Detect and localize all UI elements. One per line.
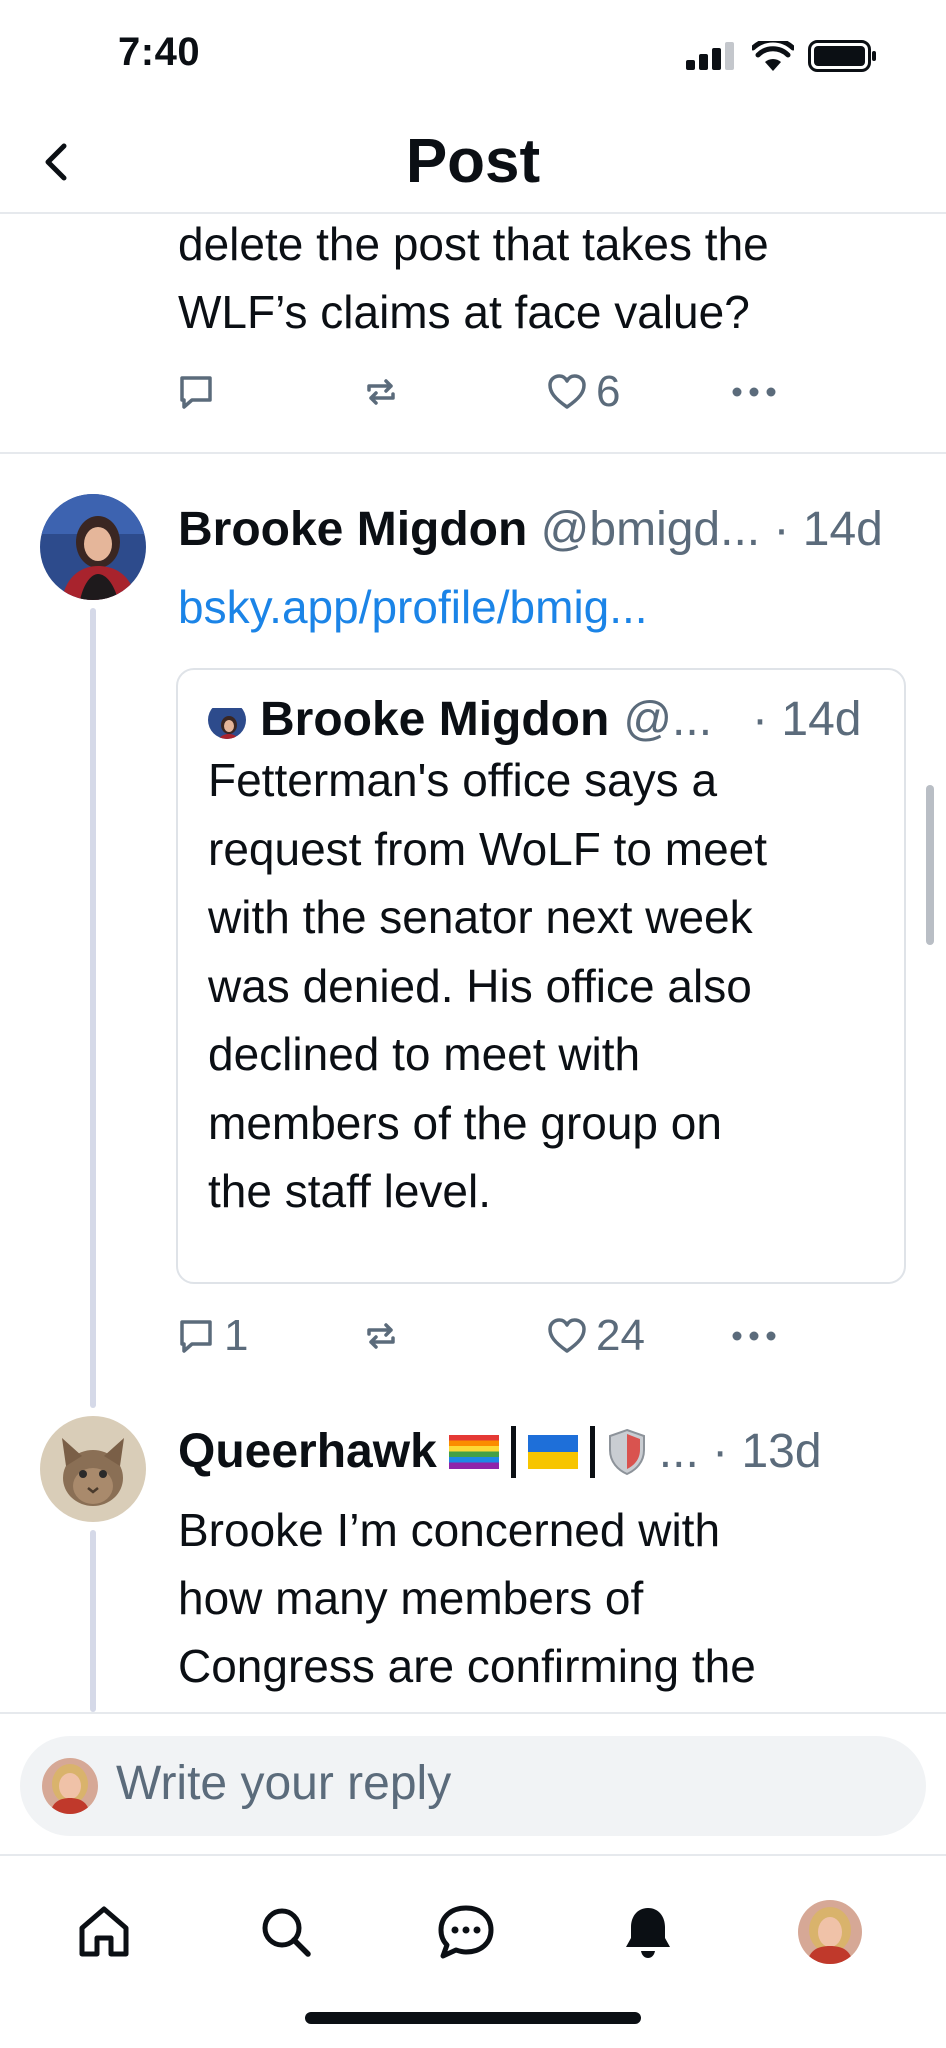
like-count: 24 [596, 1311, 645, 1360]
author-name[interactable]: Brooke Migdon [178, 503, 527, 556]
heart-icon [548, 374, 586, 409]
status-icons [686, 40, 878, 72]
reply-count: 1 [224, 1311, 249, 1360]
profile-avatar [798, 1900, 862, 1964]
quote-line: request from WoLF to meet [208, 822, 768, 875]
previous-post-text: delete the post that takes the WLF’s cla… [178, 210, 898, 346]
repost-button[interactable] [361, 362, 401, 422]
chat-icon [438, 1905, 494, 1959]
author-handle[interactable]: @bmigd... [541, 503, 760, 556]
thread-line [90, 1530, 96, 1712]
like-button[interactable]: 6 [546, 362, 620, 422]
previous-post-actions: 6 [176, 362, 796, 422]
quote-author-name: Brooke Migdon [260, 693, 610, 746]
avatar-image [40, 1416, 146, 1522]
quote-line: Fetterman's office says a [208, 754, 718, 806]
home-indicator [305, 2012, 641, 2024]
like-count: 6 [596, 367, 621, 416]
quote-time: · 14d [752, 693, 862, 746]
previous-post-line: delete the post that takes the [178, 218, 769, 270]
previous-post-line: WLF’s claims at face value? [178, 286, 750, 338]
reply-composer: Write your reply [0, 1712, 946, 1856]
tab-notifications[interactable] [608, 1892, 688, 1972]
scrollbar[interactable] [926, 785, 934, 945]
quote-line: members of the group on [208, 1096, 722, 1149]
repost-icon [367, 1323, 395, 1349]
composer-avatar [42, 1758, 98, 1814]
home-icon [79, 1906, 129, 1957]
quote-author-handle: @... [623, 693, 713, 746]
reply-input[interactable]: Write your reply [20, 1736, 926, 1836]
quote-line: with the senator next week [208, 891, 753, 943]
status-time: 7:40 [118, 30, 201, 74]
wifi-icon [752, 41, 794, 71]
comment-icon [180, 1320, 212, 1353]
avatar[interactable] [40, 494, 146, 600]
more-icon [732, 387, 776, 397]
reply-1-actions: 1 24 [176, 1306, 796, 1366]
thread-line [90, 608, 96, 1408]
quote-header: Brooke Migdon @... · 14d [208, 690, 861, 750]
name-separator [589, 1426, 595, 1478]
more-options-button[interactable] [731, 362, 777, 422]
more-icon [732, 1331, 776, 1341]
repost-icon [367, 379, 395, 405]
reply-placeholder: Write your reply [116, 1757, 452, 1810]
bell-icon [626, 1908, 670, 1958]
ukraine-flag-icon [527, 1435, 578, 1469]
reply-2-text: Brooke I’m concerned with how many membe… [178, 1496, 918, 1700]
comment-icon [180, 376, 212, 409]
quote-line: declined to meet with [208, 1028, 641, 1080]
page-title: Post [405, 127, 541, 196]
repost-button[interactable] [361, 1306, 401, 1366]
tab-search[interactable] [246, 1892, 326, 1972]
avatar[interactable] [40, 1416, 146, 1522]
quote-line: was denied. His office also [208, 959, 752, 1012]
post-time: · 14d [773, 503, 883, 556]
like-button[interactable]: 24 [546, 1306, 645, 1366]
quote-text: Fetterman's office says a request from W… [208, 746, 888, 1226]
reply-button[interactable] [176, 362, 216, 422]
author-name[interactable]: Queerhawk [178, 1422, 437, 1482]
more-options-button[interactable] [731, 1306, 777, 1366]
post-time: ... · 13d [658, 1425, 822, 1478]
post-header: Brooke Migdon @bmigd... · 14d [178, 500, 883, 560]
heart-icon [548, 1318, 586, 1353]
avatar-image [40, 494, 146, 600]
post-header: Queerhawk ... · 13d [178, 1422, 822, 1482]
shield-icon [608, 1428, 645, 1476]
reply-2-line: how many members of [178, 1572, 644, 1624]
tab-chat[interactable] [426, 1892, 506, 1972]
rainbow-flag-icon [448, 1435, 499, 1469]
reply-2-line: Brooke I’m concerned with [178, 1504, 721, 1556]
quote-line: the staff level. [208, 1165, 491, 1217]
divider [0, 452, 946, 454]
profile-link[interactable]: bsky.app/profile/bmig... [178, 580, 648, 634]
signal-icon [686, 42, 734, 70]
battery-icon [808, 40, 876, 72]
tab-profile[interactable] [790, 1892, 870, 1972]
quote-avatar [208, 701, 246, 739]
tab-home[interactable] [64, 1892, 144, 1972]
status-bar: 7:40 [0, 0, 946, 110]
search-icon [262, 1908, 311, 1957]
reply-2-line: Congress are confirming the [178, 1640, 756, 1692]
reply-button[interactable]: 1 [176, 1306, 248, 1366]
quote-card[interactable]: Brooke Migdon @... · 14d Fetterman's off… [176, 668, 906, 1284]
nav-header: Post [0, 110, 946, 214]
name-separator [510, 1426, 516, 1478]
